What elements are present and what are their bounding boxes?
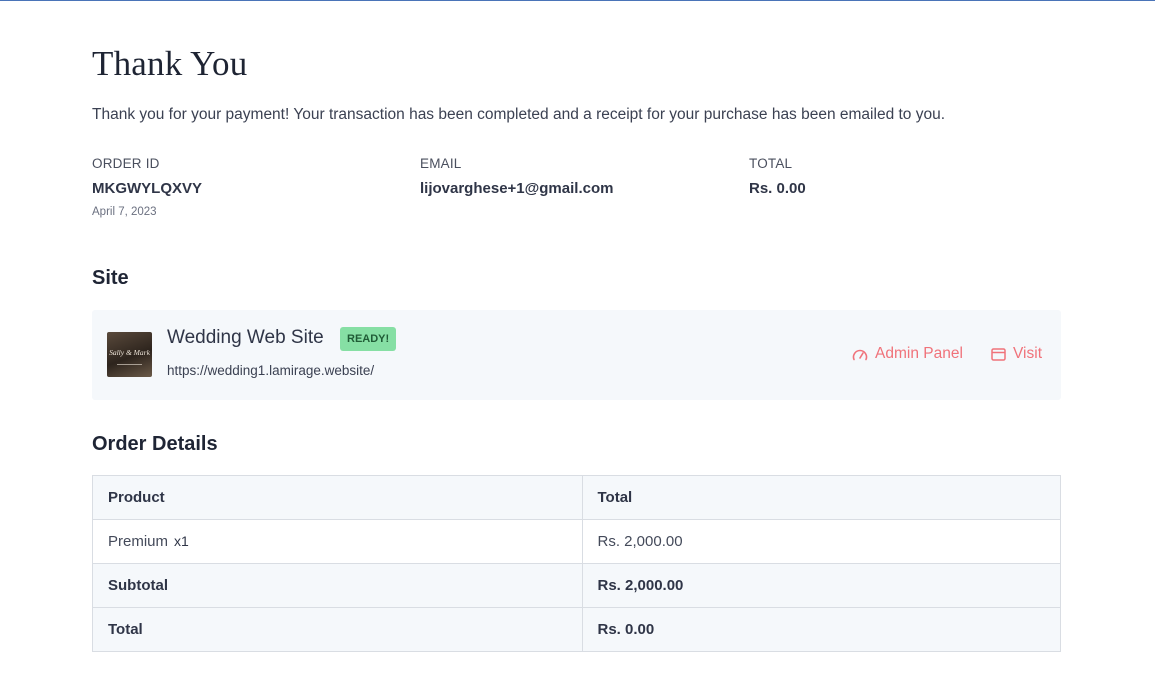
email-value: lijovarghese+1@gmail.com [420,180,614,197]
subtotal-value: Rs. 2,000.00 [581,563,1061,608]
visit-label: Visit [1013,345,1043,362]
site-thumbnail-divider [117,364,142,365]
table-header-row: Product Total [92,475,1061,520]
table-row: Premium x1 Rs. 2,000.00 [92,519,1061,564]
admin-panel-label: Admin Panel [875,345,963,362]
confirmation-message: Thank you for your payment! Your transac… [92,106,946,123]
site-thumbnail: Sally & Mark [107,332,152,377]
subtotal-label: Subtotal [92,563,583,608]
product-total: Rs. 2,000.00 [581,519,1061,564]
column-header-total: Total [581,475,1061,520]
grand-total-value: Rs. 0.00 [581,607,1061,652]
browser-window-icon [991,347,1006,361]
site-thumbnail-text: Sally & Mark [109,348,150,357]
site-section-heading: Site [92,267,129,289]
order-id-value: MKGWYLQXVY [92,180,203,197]
total-row: Total Rs. 0.00 [92,607,1061,652]
email-block: EMAIL lijovarghese+1@gmail.com [420,156,613,197]
site-url: https://wedding1.lamirage.website/ [167,363,375,378]
site-name: Wedding Web Site [167,327,324,348]
visit-link[interactable]: Visit [991,345,1042,363]
product-cell: Premium x1 [92,519,583,564]
subtotal-row: Subtotal Rs. 2,000.00 [92,563,1061,608]
order-id-block: ORDER ID MKGWYLQXVY April 7, 2023 [92,156,202,218]
product-quantity: x1 [174,533,189,549]
column-header-product: Product [92,475,583,520]
total-label: TOTAL [749,156,793,171]
email-label: EMAIL [420,156,462,171]
order-id-label: ORDER ID [92,156,160,171]
grand-total-label: Total [92,607,583,652]
gauge-icon [852,349,868,360]
total-value: Rs. 0.00 [749,180,806,197]
order-date: April 7, 2023 [92,206,157,218]
status-badge: READY! [340,327,397,351]
top-border [0,0,1155,1]
order-details-heading: Order Details [92,433,218,455]
order-details-table: Product Total Premium x1 Rs. 2,000.00 Sub… [92,475,1061,652]
page-title: Thank You [92,44,248,83]
total-block: TOTAL Rs. 0.00 [749,156,806,197]
admin-panel-link[interactable]: Admin Panel [852,345,963,363]
product-name: Premium [108,533,169,550]
site-card: Sally & Mark Wedding Web Site READY! htt… [92,310,1061,400]
